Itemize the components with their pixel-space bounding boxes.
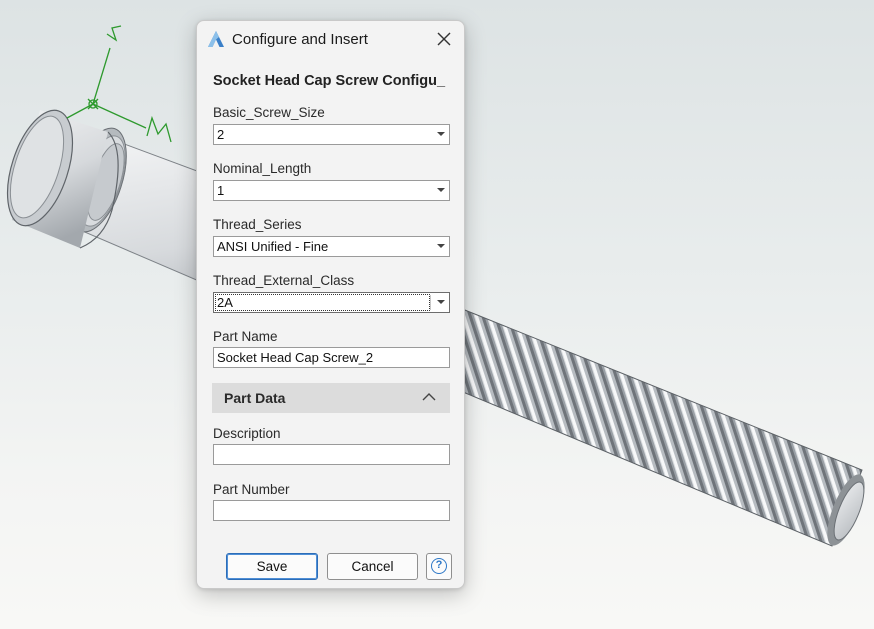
thread-series-label: Thread_Series xyxy=(213,217,302,232)
basic-screw-size-value: 2 xyxy=(217,127,225,142)
nominal-length-value: 1 xyxy=(217,183,225,198)
basic-screw-size-select[interactable]: 2 xyxy=(213,124,450,145)
thread-external-class-select[interactable]: 2A xyxy=(213,292,450,313)
part-name-label: Part Name xyxy=(213,329,278,344)
chevron-down-icon xyxy=(437,300,445,304)
thread-external-class-value: 2A xyxy=(217,295,233,310)
part-data-label: Part Data xyxy=(224,390,286,406)
part-number-label: Part Number xyxy=(213,482,290,497)
basic-screw-size-label: Basic_Screw_Size xyxy=(213,105,325,120)
chevron-down-icon xyxy=(437,188,445,192)
nominal-length-select[interactable]: 1 xyxy=(213,180,450,201)
thread-series-value: ANSI Unified - Fine xyxy=(217,239,329,254)
chevron-up-icon xyxy=(422,393,436,401)
thread-series-select[interactable]: ANSI Unified - Fine xyxy=(213,236,450,257)
help-button[interactable]: ? xyxy=(426,553,452,580)
part-data-section-header[interactable]: Part Data xyxy=(212,383,450,413)
thread-external-class-label: Thread_External_Class xyxy=(213,273,355,288)
configuration-heading: Socket Head Cap Screw Configu_ xyxy=(213,73,446,89)
description-label: Description xyxy=(213,426,281,441)
chevron-down-icon xyxy=(437,244,445,248)
dropdown-separator xyxy=(430,295,431,310)
nominal-length-label: Nominal_Length xyxy=(213,161,312,176)
focus-indicator xyxy=(215,294,430,311)
dialog-title-bar[interactable]: Configure and Insert xyxy=(197,21,464,59)
app-logo-icon xyxy=(208,31,224,47)
chevron-down-icon xyxy=(437,132,445,136)
part-number-input[interactable] xyxy=(213,500,450,521)
dialog-title: Configure and Insert xyxy=(232,31,368,48)
description-input[interactable] xyxy=(213,444,450,465)
threaded-shaft xyxy=(414,299,863,547)
close-icon[interactable] xyxy=(434,29,454,49)
save-button[interactable]: Save xyxy=(226,553,318,580)
help-icon: ? xyxy=(431,558,447,574)
configure-insert-dialog: Configure and Insert Socket Head Cap Scr… xyxy=(196,20,465,589)
part-name-input[interactable] xyxy=(213,347,450,368)
cancel-button[interactable]: Cancel xyxy=(327,553,418,580)
